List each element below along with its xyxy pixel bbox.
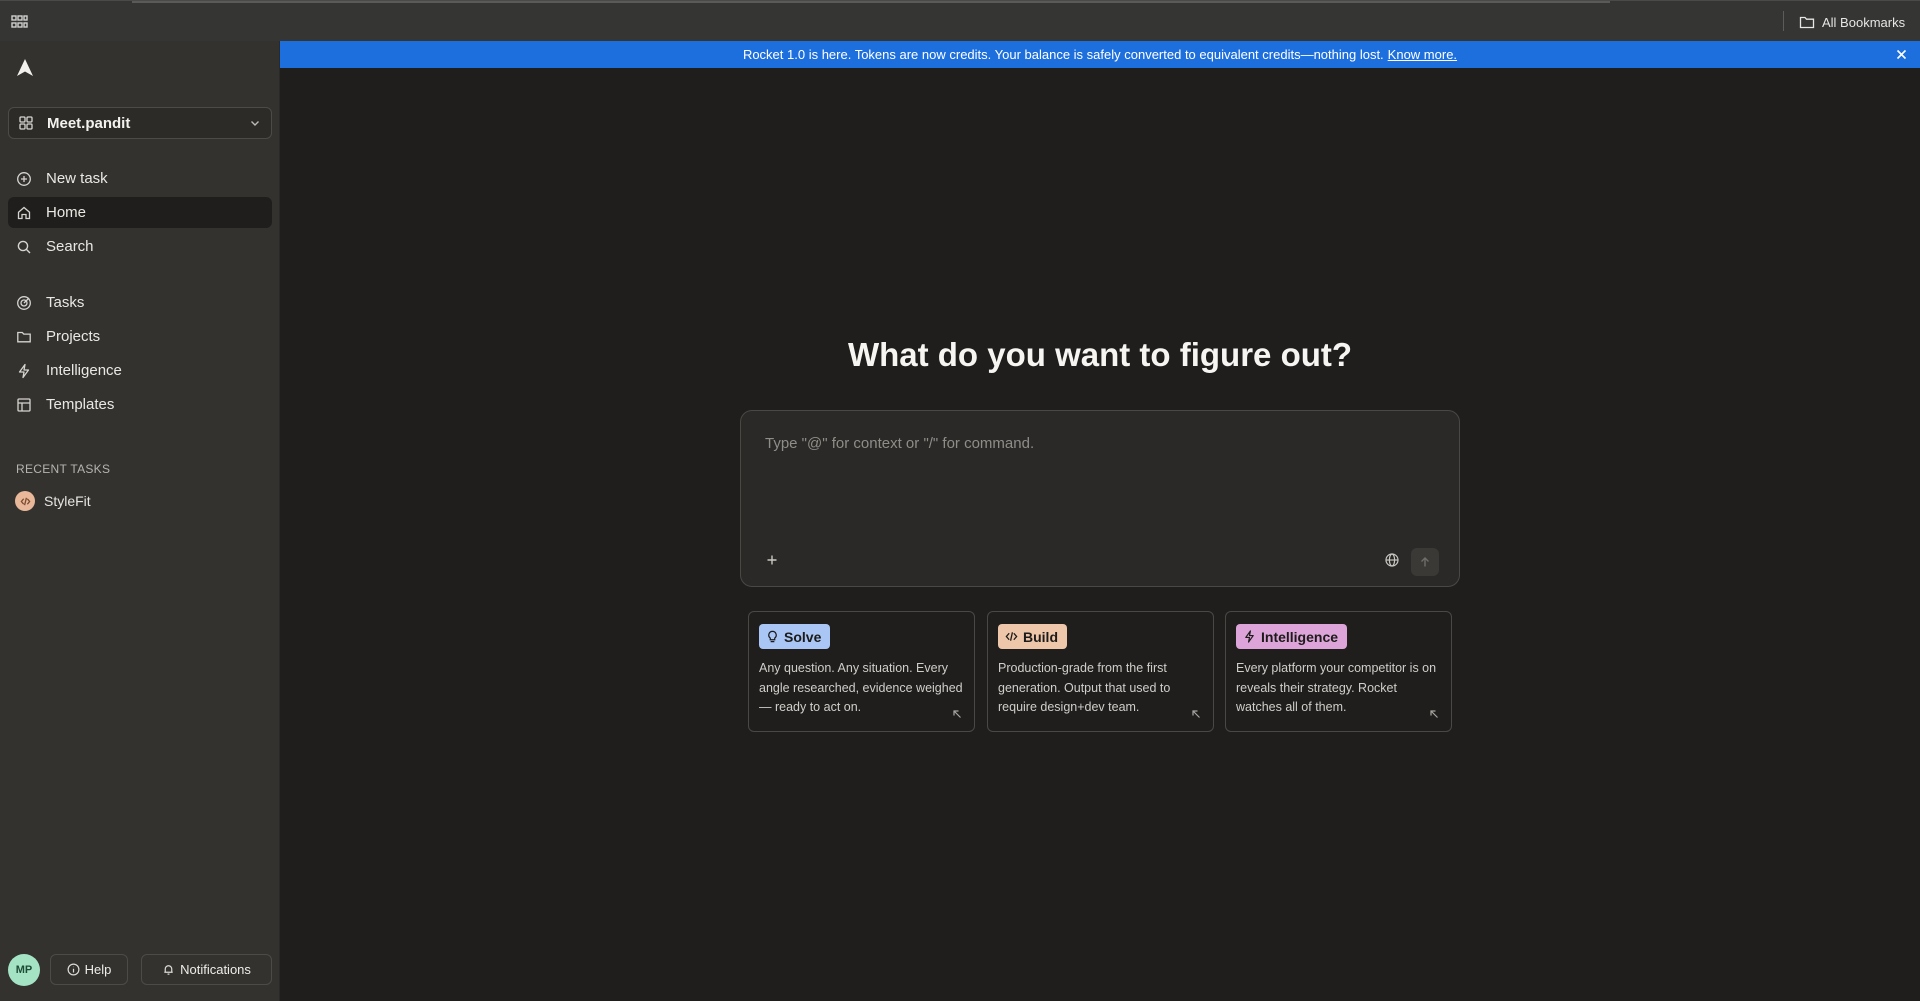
sidebar-item-label: Projects bbox=[46, 328, 101, 345]
notifications-label: Notifications bbox=[180, 962, 251, 977]
build-chip: Build bbox=[998, 624, 1067, 649]
notifications-button[interactable]: Notifications bbox=[141, 954, 272, 985]
code-icon bbox=[15, 491, 35, 511]
workspace-selector[interactable]: Meet.pandit bbox=[8, 107, 272, 139]
close-icon[interactable] bbox=[1895, 48, 1908, 61]
tab-strip bbox=[132, 1, 1610, 3]
search-icon bbox=[16, 239, 32, 255]
announcement-banner: Rocket 1.0 is here. Tokens are now credi… bbox=[280, 41, 1920, 68]
sidebar-item-label: Templates bbox=[46, 396, 115, 413]
sidebar-item-home[interactable]: Home bbox=[8, 197, 272, 228]
sidebar-item-tasks[interactable]: Tasks bbox=[8, 287, 272, 318]
intelligence-chip: Intelligence bbox=[1236, 624, 1348, 649]
sidebar-item-label: Home bbox=[46, 204, 87, 221]
arrow-corner-icon bbox=[1429, 709, 1439, 719]
card-label: Build bbox=[1023, 628, 1058, 645]
solve-chip: Solve bbox=[759, 624, 831, 649]
sidebar-item-label: New task bbox=[46, 170, 108, 187]
know-more-link[interactable]: Know more. bbox=[1388, 47, 1457, 62]
home-icon bbox=[16, 205, 32, 221]
sidebar-item-label: Search bbox=[46, 238, 94, 255]
sidebar-item-new-task[interactable]: New task bbox=[8, 163, 272, 194]
lightbulb-icon bbox=[766, 630, 779, 643]
plus-icon[interactable] bbox=[763, 551, 781, 569]
sidebar-item-intelligence[interactable]: Intelligence bbox=[8, 355, 272, 386]
card-description: Every platform your competitor is on rev… bbox=[1236, 661, 1437, 714]
bolt-icon bbox=[1243, 630, 1256, 643]
bell-icon bbox=[162, 963, 175, 976]
recent-task-item[interactable]: StyleFit bbox=[8, 486, 272, 516]
send-button[interactable] bbox=[1411, 548, 1439, 576]
sidebar-item-projects[interactable]: Projects bbox=[8, 321, 272, 352]
apps-grid-icon[interactable] bbox=[10, 13, 30, 31]
prompt-input[interactable] bbox=[765, 435, 1435, 515]
info-icon bbox=[67, 963, 80, 976]
arrow-corner-icon bbox=[952, 709, 962, 719]
workspace-grid-icon bbox=[18, 115, 34, 131]
solve-card[interactable]: Solve Any question. Any situation. Every… bbox=[748, 611, 975, 732]
rocket-logo-icon[interactable] bbox=[14, 57, 36, 79]
recent-task-label: StyleFit bbox=[44, 493, 91, 509]
build-card[interactable]: Build Production-grade from the first ge… bbox=[987, 611, 1214, 732]
card-label: Solve bbox=[784, 628, 822, 645]
sidebar-item-label: Intelligence bbox=[46, 362, 122, 379]
card-label: Intelligence bbox=[1261, 628, 1339, 645]
recent-tasks-heading: RECENT TASKS bbox=[16, 462, 111, 476]
workspace-name: Meet.pandit bbox=[47, 114, 131, 132]
all-bookmarks-label: All Bookmarks bbox=[1822, 14, 1906, 30]
card-description: Production-grade from the first generati… bbox=[998, 661, 1171, 714]
folder-icon bbox=[16, 329, 32, 345]
help-label: Help bbox=[84, 962, 112, 977]
bolt-icon bbox=[16, 363, 32, 379]
layout-icon bbox=[16, 397, 32, 413]
arrow-up-icon bbox=[1419, 556, 1431, 568]
help-button[interactable]: Help bbox=[50, 954, 128, 985]
intelligence-card[interactable]: Intelligence Every platform your competi… bbox=[1225, 611, 1452, 732]
sidebar-item-templates[interactable]: Templates bbox=[8, 389, 272, 420]
arrow-corner-icon bbox=[1191, 709, 1201, 719]
browser-bookmarks-bar: All Bookmarks bbox=[0, 0, 1920, 41]
banner-text: Rocket 1.0 is here. Tokens are now credi… bbox=[742, 47, 1384, 62]
avatar[interactable]: MP bbox=[8, 954, 40, 986]
page-title: What do you want to figure out? bbox=[847, 336, 1353, 373]
chevron-down-icon bbox=[248, 116, 262, 130]
all-bookmarks-button[interactable]: All Bookmarks bbox=[1799, 13, 1905, 31]
code-icon bbox=[1005, 630, 1018, 643]
sidebar-item-search[interactable]: Search bbox=[8, 231, 272, 262]
bookmarks-separator bbox=[1783, 11, 1784, 31]
sidebar: Meet.pandit New task Home Search Tasks P… bbox=[0, 41, 280, 1001]
folder-icon bbox=[1799, 15, 1815, 29]
prompt-composer bbox=[740, 410, 1460, 587]
sidebar-item-label: Tasks bbox=[46, 294, 85, 311]
target-icon bbox=[16, 295, 32, 311]
card-description: Any question. Any situation. Every angle… bbox=[759, 661, 963, 714]
plus-circle-icon bbox=[16, 171, 32, 187]
globe-icon[interactable] bbox=[1384, 552, 1400, 568]
